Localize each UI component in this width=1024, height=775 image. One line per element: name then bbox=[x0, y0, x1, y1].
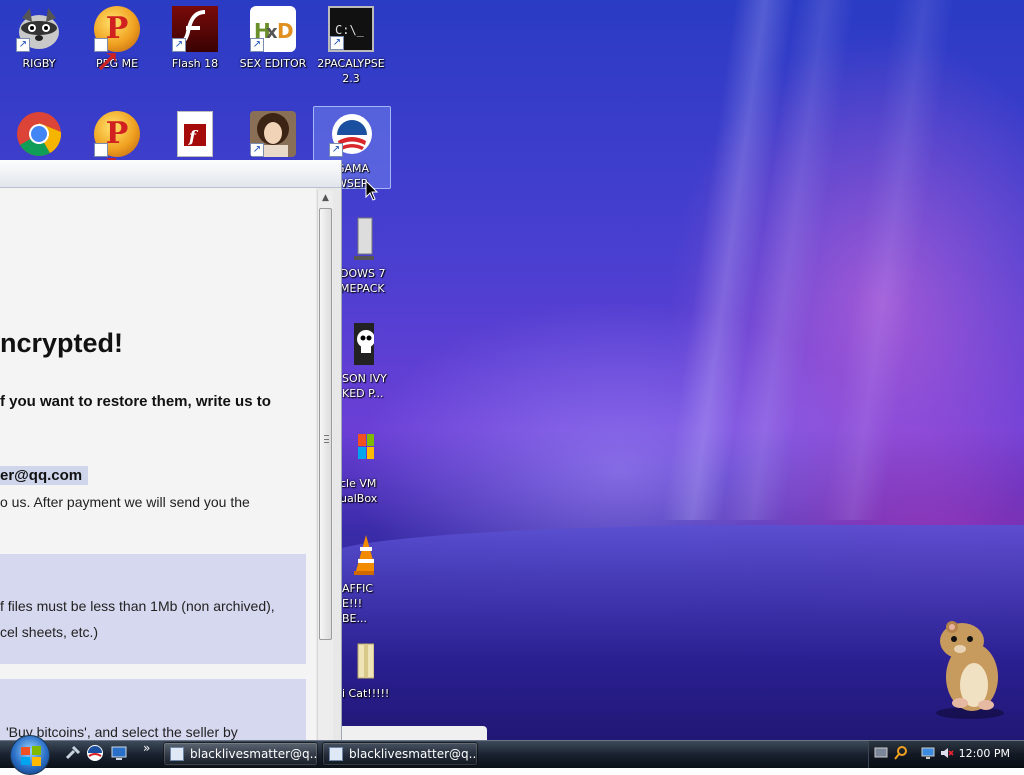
chrome-icon bbox=[16, 111, 62, 157]
desktop-icon-peg-me[interactable]: P ↗ PEG ME bbox=[78, 2, 156, 92]
icon-label: Flash 18 bbox=[171, 57, 219, 70]
task-label: blacklivesmatter@q... bbox=[349, 747, 478, 761]
shortcut-arrow-icon: ↗ bbox=[329, 143, 343, 157]
tray-search-icon[interactable] bbox=[894, 746, 908, 760]
restore-instruction: f you want to restore them, write us to bbox=[0, 393, 271, 410]
icon-label: RIGBY bbox=[22, 57, 56, 70]
file-size-text: f files must be less than 1Mb (non archi… bbox=[0, 598, 275, 614]
shortcut-arrow-icon: ↗ bbox=[94, 143, 120, 184]
icon-label: 2PACALYPSE 2.3 bbox=[317, 57, 385, 85]
payment-text: o us. After payment we will send you the bbox=[0, 494, 250, 510]
peggle-icon: P ↗ bbox=[94, 6, 140, 79]
taskbar-clock[interactable]: 12:00 PM bbox=[959, 747, 1010, 760]
windows-logo-icon bbox=[21, 746, 41, 766]
window-edge bbox=[342, 726, 487, 740]
info-box-bitcoin: 'Buy bitcoins', and select the seller by bbox=[0, 679, 306, 740]
flash-file-icon: f bbox=[177, 111, 213, 157]
shortcut-arrow-icon: ↗ bbox=[250, 38, 264, 52]
desktop-icon-rigby[interactable]: ↗ RIGBY bbox=[0, 2, 78, 92]
quicklaunch-overflow-icon[interactable]: » bbox=[143, 741, 150, 755]
tray-network-icon[interactable] bbox=[874, 746, 888, 760]
window-icon bbox=[170, 747, 184, 761]
window-title-bar[interactable] bbox=[0, 160, 341, 188]
file-types-text: cel sheets, etc.) bbox=[0, 624, 99, 640]
console-icon: C:\_ ↗ bbox=[328, 6, 374, 52]
encrypted-heading: ncrypted! bbox=[0, 328, 124, 358]
taskbar-button-2[interactable]: blacklivesmatter@q... bbox=[322, 742, 478, 766]
shortcut-arrow-icon: ↗ bbox=[330, 36, 344, 50]
obama-logo-icon: ↗ bbox=[329, 111, 375, 157]
mouse-cursor-icon bbox=[365, 180, 379, 201]
shortcut-arrow-icon: ↗ bbox=[16, 38, 30, 52]
peggle-icon: P ↗ bbox=[94, 111, 140, 184]
scroll-up-icon[interactable]: ▲ bbox=[318, 190, 333, 206]
ransom-note-content: ncrypted! f you want to restore them, wr… bbox=[0, 188, 316, 740]
vertical-scrollbar[interactable]: ▲ bbox=[317, 190, 333, 740]
shortcut-arrow-icon: ↗ bbox=[94, 38, 120, 79]
desktop-icon-flash18[interactable]: ↗ Flash 18 bbox=[156, 2, 234, 92]
flash-icon: ↗ bbox=[172, 6, 218, 52]
tray-volume-muted-icon[interactable] bbox=[940, 746, 954, 760]
quicklaunch-desktop-icon[interactable] bbox=[110, 744, 128, 762]
hxd-icon: HxD ↗ bbox=[250, 6, 296, 52]
contact-email[interactable]: er@qq.com bbox=[0, 466, 89, 485]
icon-label: SEX EDITOR bbox=[239, 57, 307, 70]
quicklaunch-tool-icon[interactable] bbox=[64, 744, 82, 762]
info-box-files: f files must be less than 1Mb (non archi… bbox=[0, 554, 306, 664]
start-button[interactable] bbox=[10, 735, 50, 775]
quicklaunch-obama-icon[interactable] bbox=[86, 744, 104, 762]
shortcut-arrow-icon: ↗ bbox=[250, 143, 264, 157]
raccoon-icon: ↗ bbox=[16, 6, 62, 52]
wallpaper-floor bbox=[330, 525, 1024, 740]
task-label: blacklivesmatter@q... bbox=[190, 747, 318, 761]
svg-text:C:\_: C:\_ bbox=[335, 23, 365, 37]
scrollbar-thumb[interactable] bbox=[319, 208, 332, 640]
shortcut-arrow-icon: ↗ bbox=[172, 38, 186, 52]
portrait-icon: ↗ bbox=[250, 111, 296, 157]
window-icon bbox=[329, 747, 343, 761]
tray-monitor-icon[interactable] bbox=[921, 746, 935, 760]
hamster-gadget-icon[interactable] bbox=[930, 615, 1010, 720]
desktop-icon-sex-editor[interactable]: HxD ↗ SEX EDITOR bbox=[234, 2, 312, 92]
desktop-icon-2pacalypse[interactable]: C:\_ ↗ 2PACALYPSE 2.3 bbox=[312, 2, 390, 92]
ransom-note-window[interactable]: ncrypted! f you want to restore them, wr… bbox=[0, 160, 342, 740]
taskbar-button-1[interactable]: blacklivesmatter@q... bbox=[163, 742, 318, 766]
svg-text:D: D bbox=[277, 19, 294, 43]
